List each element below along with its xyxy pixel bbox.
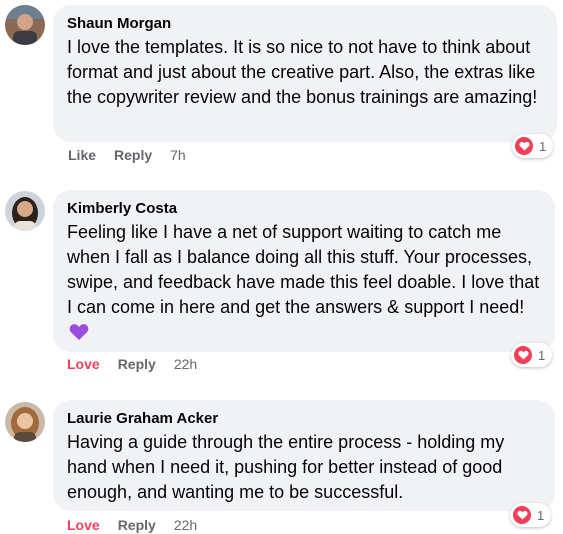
reply-link[interactable]: Reply: [114, 147, 152, 163]
comment-text-body: Feeling like I have a net of support wai…: [67, 222, 540, 317]
comment-text: Having a guide through the entire proces…: [67, 432, 505, 502]
reaction-badge[interactable]: 1: [510, 503, 552, 527]
comment-author[interactable]: Kimberly Costa: [67, 200, 541, 218]
comment-author[interactable]: Laurie Graham Acker: [67, 410, 541, 428]
purple-heart-emoji: [69, 323, 89, 348]
heart-reaction-icon: [513, 506, 531, 524]
comment-author[interactable]: Shaun Morgan: [67, 15, 543, 33]
comment-actions: Love Reply 22h: [67, 517, 215, 533]
reaction-count: 1: [538, 347, 546, 363]
reply-link[interactable]: Reply: [118, 356, 156, 372]
comment-actions: Love Reply 22h: [67, 356, 215, 372]
comment-bubble: Laurie Graham Acker Having a guide throu…: [53, 400, 555, 511]
love-link[interactable]: Love: [67, 356, 100, 372]
comment-text: Feeling like I have a net of support wai…: [67, 220, 541, 348]
avatar[interactable]: [5, 191, 45, 231]
comment-text: I love the templates. It is so nice to n…: [67, 37, 538, 107]
reply-link[interactable]: Reply: [118, 517, 156, 533]
reaction-count: 1: [539, 138, 547, 154]
heart-reaction-icon: [515, 137, 533, 155]
comment-time[interactable]: 7h: [170, 147, 186, 163]
avatar[interactable]: [5, 402, 45, 442]
reaction-badge[interactable]: 1: [511, 343, 553, 367]
love-link[interactable]: Love: [67, 517, 100, 533]
heart-reaction-icon: [514, 346, 532, 364]
reaction-count: 1: [537, 507, 545, 523]
comment-bubble: Kimberly Costa Feeling like I have a net…: [53, 190, 555, 352]
avatar[interactable]: [5, 5, 45, 45]
comment-bubble: Shaun Morgan I love the templates. It is…: [53, 5, 557, 142]
like-link[interactable]: Like: [68, 147, 96, 163]
comment-time[interactable]: 22h: [174, 356, 197, 372]
comment-actions: Like Reply 7h: [68, 147, 204, 163]
reaction-badge[interactable]: 1: [512, 134, 554, 158]
comment-time[interactable]: 22h: [174, 517, 197, 533]
